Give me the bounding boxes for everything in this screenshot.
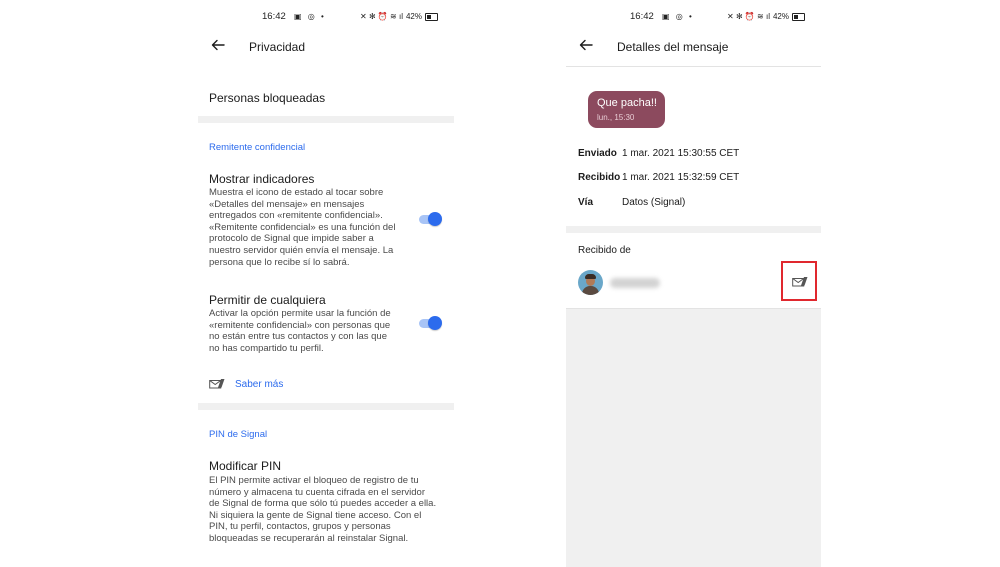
change-pin-desc: El PIN permite activar el bloqueo de reg…	[209, 475, 437, 544]
section-divider	[198, 116, 454, 123]
page-title: Detalles del mensaje	[617, 40, 729, 54]
received-label: Recibido	[578, 172, 621, 183]
show-indicators-desc: Muestra el icono de estado al tocar sobr…	[209, 187, 396, 268]
app-bar: Privacidad	[198, 32, 454, 62]
sent-label: Enviado	[578, 148, 617, 159]
system-status-icons: ✕ ✻ ⏰ ≋ ıl	[360, 12, 403, 21]
via-label: Vía	[578, 197, 594, 208]
allow-anyone-toggle[interactable]	[417, 316, 442, 330]
privacy-screen: 16:42 ▣ ◎ • ✕ ✻ ⏰ ≋ ıl 42% Privacidad Pe…	[198, 0, 454, 567]
received-from-header: Recibido de	[578, 245, 631, 256]
status-bar: 16:42 ▣ ◎ • ✕ ✻ ⏰ ≋ ıl 42%	[198, 9, 454, 25]
blurred-contact-name	[610, 278, 660, 288]
header-divider	[566, 66, 821, 67]
status-time: 16:42	[262, 11, 286, 22]
battery-icon	[792, 12, 805, 21]
back-arrow-icon[interactable]	[578, 37, 594, 53]
avatar[interactable]	[578, 270, 603, 295]
learn-more-link[interactable]: Saber más	[235, 379, 283, 390]
allow-anyone-title[interactable]: Permitir de cualquiera	[209, 293, 326, 307]
section-divider	[198, 403, 454, 410]
show-indicators-toggle[interactable]	[417, 212, 442, 226]
notification-icons: ▣ ◎ •	[662, 12, 694, 21]
system-icons: ✕ ✻ ⏰ ≋ ıl 42%	[727, 12, 805, 21]
received-value: 1 mar. 2021 15:32:59 CET	[622, 172, 740, 183]
avatar-shirt	[582, 286, 599, 295]
system-icons: ✕ ✻ ⏰ ≋ ıl 42%	[360, 12, 438, 21]
highlight-box	[781, 261, 817, 301]
change-pin-title[interactable]: Modificar PIN	[209, 459, 281, 473]
section-divider	[566, 226, 821, 233]
empty-area	[566, 309, 821, 567]
via-value: Datos (Signal)	[622, 197, 686, 208]
page-title: Privacidad	[249, 40, 306, 54]
show-indicators-title[interactable]: Mostrar indicadores	[209, 172, 314, 186]
status-bar: 16:42 ▣ ◎ • ✕ ✻ ⏰ ≋ ıl 42%	[566, 9, 821, 25]
pin-header: PIN de Signal	[209, 429, 268, 440]
sealed-sender-icon	[209, 379, 225, 389]
allow-anyone-desc: Activar la opción permite usar la funció…	[209, 308, 391, 354]
message-details-screen: 16:42 ▣ ◎ • ✕ ✻ ⏰ ≋ ıl 42% Detalles del …	[566, 0, 821, 567]
back-arrow-icon[interactable]	[210, 37, 226, 53]
toggle-thumb	[428, 316, 442, 330]
system-status-icons: ✕ ✻ ⏰ ≋ ıl	[727, 12, 770, 21]
message-bubble[interactable]: Que pacha!! lun., 15:30	[588, 91, 665, 128]
toggle-thumb	[428, 212, 442, 226]
message-text: Que pacha!!	[597, 97, 657, 109]
sent-value: 1 mar. 2021 15:30:55 CET	[622, 148, 740, 159]
battery-percent: 42%	[405, 12, 422, 21]
notification-icons: ▣ ◎ •	[294, 12, 326, 21]
status-time: 16:42	[630, 11, 654, 22]
blocked-contacts-item[interactable]: Personas bloqueadas	[209, 91, 325, 105]
avatar-hair	[585, 274, 596, 279]
app-bar: Detalles del mensaje	[566, 32, 821, 62]
sealed-sender-header: Remitente confidencial	[209, 142, 306, 153]
battery-percent: 42%	[772, 12, 789, 21]
message-time: lun., 15:30	[597, 113, 635, 122]
battery-icon	[425, 12, 438, 21]
